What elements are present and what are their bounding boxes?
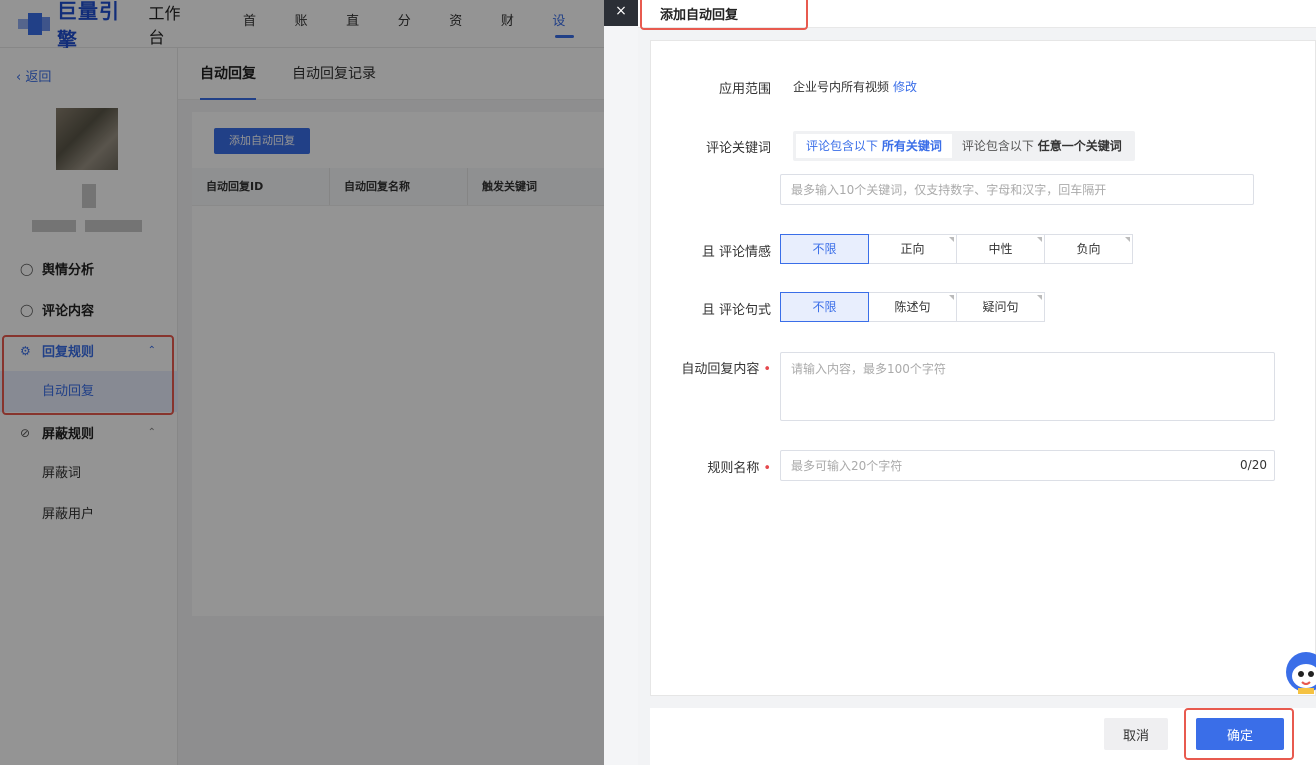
option-prefix: 评论包含以下 <box>806 139 879 153</box>
scope-label: 应用范围 <box>718 82 771 97</box>
keyword-match-all[interactable]: 评论包含以下 所有关键词 <box>796 134 952 158</box>
option-bold: 所有关键词 <box>881 139 942 153</box>
rule-name-input[interactable] <box>780 450 1275 481</box>
close-button[interactable]: × <box>604 0 638 26</box>
option-bold: 任意一个关键词 <box>1037 139 1122 153</box>
scope-text: 企业号内所有视频 <box>793 80 890 94</box>
label-text: 自动回复内容 <box>681 362 760 377</box>
keyword-match-any[interactable]: 评论包含以下 任意一个关键词 <box>952 134 1132 158</box>
sentiment-option-neutral[interactable]: 中性 <box>956 234 1045 264</box>
sentence-type-selector: 不限 陈述句 疑问句 <box>780 292 1045 322</box>
keyword-match-toggle: 评论包含以下 所有关键词 评论包含以下 任意一个关键词 <box>793 131 1135 161</box>
add-auto-reply-drawer: 添加自动回复 应用范围 企业号内所有视频 修改 评论关键词 评论包含以下 所有关键… <box>638 0 1316 765</box>
close-icon: × <box>615 3 627 19</box>
label-text: 规则名称 <box>707 461 760 476</box>
modify-scope-link[interactable]: 修改 <box>893 80 917 94</box>
keywords-label: 评论关键词 <box>705 141 771 156</box>
sentiment-option-positive[interactable]: 正向 <box>868 234 957 264</box>
sentiment-option-any[interactable]: 不限 <box>780 234 869 264</box>
assistant-mascot-icon[interactable] <box>1280 640 1316 694</box>
required-mark: • <box>763 362 771 377</box>
drawer-form: 应用范围 企业号内所有视频 修改 评论关键词 评论包含以下 所有关键词 评论包含以… <box>650 40 1316 696</box>
option-prefix: 评论包含以下 <box>961 139 1034 153</box>
confirm-highlight-box <box>1184 708 1294 760</box>
required-mark: • <box>763 461 771 476</box>
modal-overlay[interactable] <box>0 0 604 765</box>
sentence-option-any[interactable]: 不限 <box>780 292 869 322</box>
cancel-button[interactable]: 取消 <box>1104 718 1168 750</box>
rule-name-char-counter: 0/20 <box>1240 458 1267 472</box>
sentence-type-label: 且 评论句式 <box>701 303 771 318</box>
reply-content-textarea[interactable] <box>780 352 1275 421</box>
sentiment-label: 且 评论情感 <box>701 245 771 260</box>
sentiment-option-negative[interactable]: 负向 <box>1044 234 1133 264</box>
sentiment-selector: 不限 正向 中性 负向 <box>780 234 1133 264</box>
reply-content-label: 自动回复内容 • <box>651 358 771 377</box>
keywords-input[interactable] <box>780 174 1254 205</box>
title-highlight-box <box>640 0 808 30</box>
sentence-option-question[interactable]: 疑问句 <box>956 292 1045 322</box>
rule-name-label: 规则名称 • <box>651 457 771 476</box>
drawer-footer: 取消 确定 <box>650 708 1316 765</box>
scope-value: 企业号内所有视频 修改 <box>793 78 917 95</box>
sentence-option-statement[interactable]: 陈述句 <box>868 292 957 322</box>
